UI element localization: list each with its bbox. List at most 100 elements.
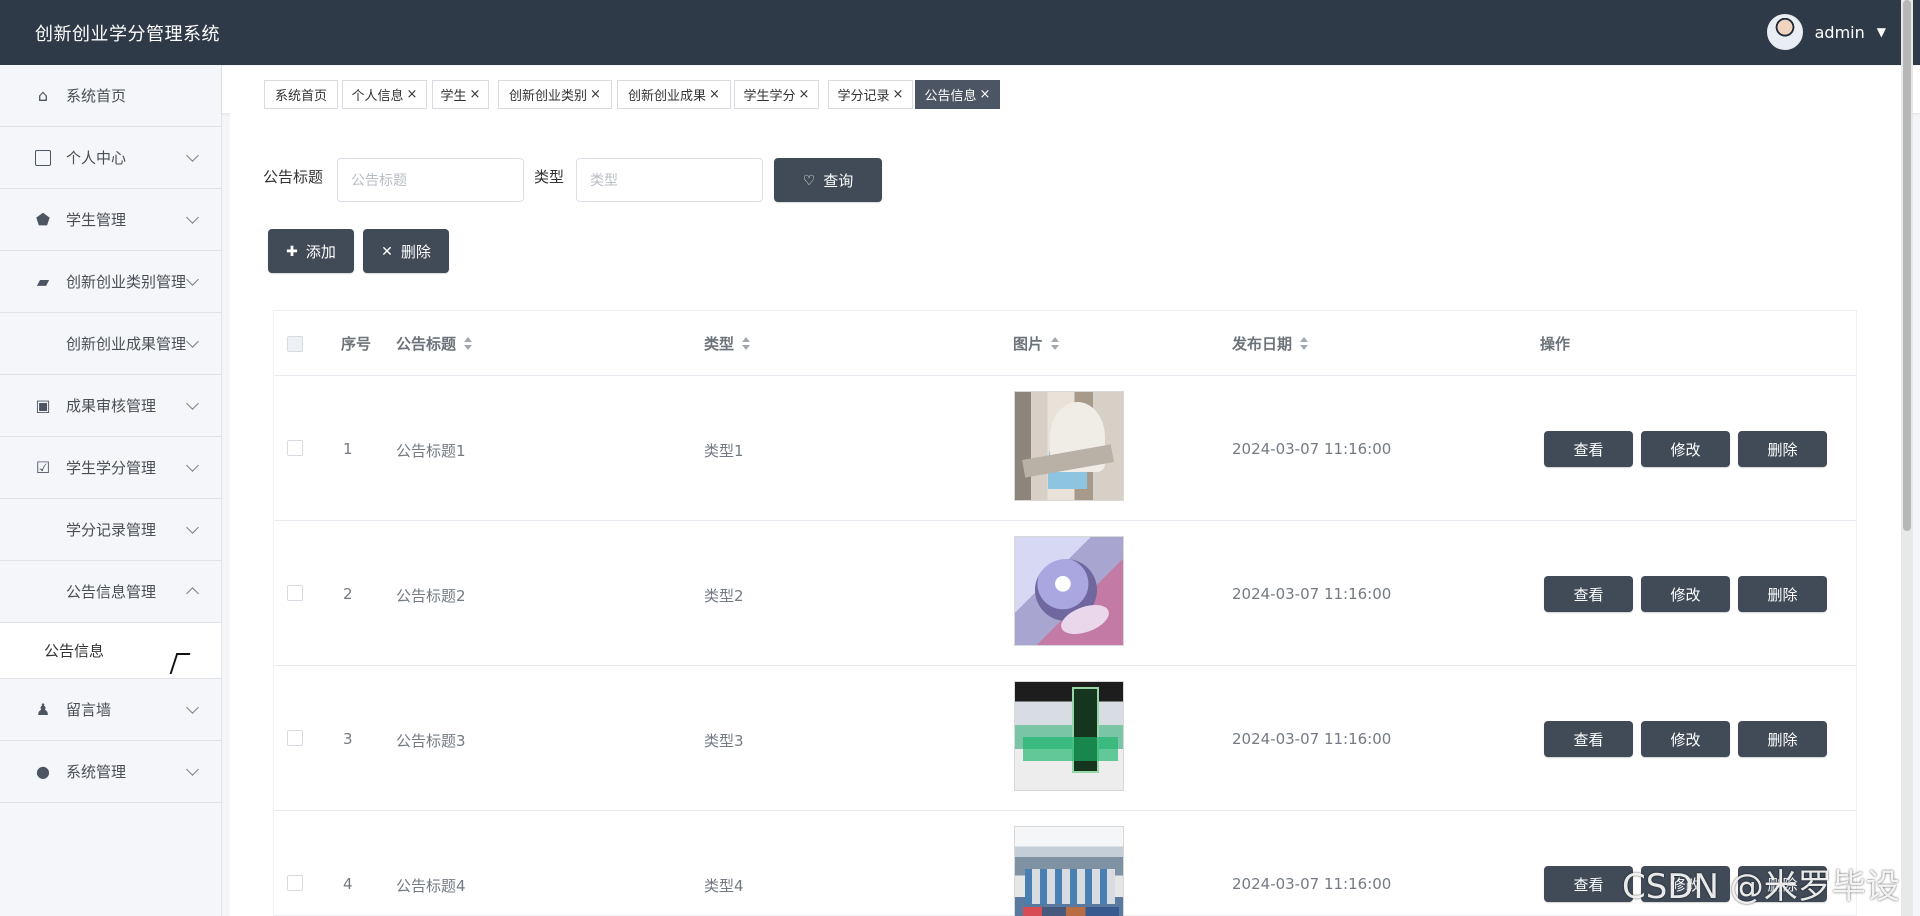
sidebar-item-system-management[interactable]: ● 系统管理 (0, 741, 221, 803)
title-search-input[interactable]: 公告标题 (337, 158, 524, 202)
sort-icon[interactable] (1051, 336, 1060, 351)
notice-image[interactable] (1014, 391, 1124, 501)
row-title: 公告标题4 (396, 877, 466, 895)
tab-category[interactable]: 创新创业类别 × (498, 80, 612, 109)
sidebar-item-notice-management[interactable]: 公告信息管理 (0, 561, 221, 623)
tab-label: 创新创业类别 (509, 89, 588, 104)
home-icon: ⌂ (37, 85, 49, 105)
close-icon[interactable]: × (590, 87, 601, 102)
title-search-label: 公告标题 (263, 168, 324, 186)
type-search-input[interactable]: 类型 (576, 158, 763, 202)
column-header-image[interactable]: 图片 (1013, 333, 1060, 354)
table-row: 1 公告标题1 类型1 2024-03-07 11:16:00 查看 修改 删除 (274, 376, 1856, 521)
tab-student-credit[interactable]: 学生学分 × (734, 80, 819, 109)
sidebar-item-credit-record-management[interactable]: 学分记录管理 (0, 499, 221, 561)
query-button-label: 查询 (823, 172, 854, 190)
sidebar-item-personal-center[interactable]: 个人中心 (0, 127, 221, 189)
tab-personal-info[interactable]: 个人信息 × (342, 80, 427, 109)
scrollbar-thumb[interactable] (1903, 0, 1911, 531)
add-button[interactable]: ✚ 添加 (268, 229, 354, 273)
delete-selected-button[interactable]: ✕ 删除 (363, 229, 449, 273)
sidebar-item-message-wall[interactable]: ♟ 留言墙 (0, 679, 221, 741)
table-row: 3 公告标题3 类型3 2024-03-07 11:16:00 查看 修改 删除 (274, 666, 1856, 811)
row-index: 1 (343, 440, 353, 458)
tab-label: 个人信息 (351, 89, 404, 104)
table-header: 序号 公告标题 类型 图片 发布日期 操作 (274, 311, 1856, 376)
sidebar-item-student-management[interactable]: ⬟ 学生管理 (0, 189, 221, 251)
row-type: 类型3 (704, 732, 744, 750)
caret-down-icon[interactable]: ▼ (1877, 25, 1886, 39)
add-button-label: 添加 (305, 243, 336, 261)
stamp-icon: ♟ (35, 699, 51, 719)
column-label: 发布日期 (1232, 335, 1293, 353)
sidebar-item-category-management[interactable]: ▰ 创新创业类别管理 (0, 251, 221, 313)
column-label: 图片 (1013, 335, 1044, 353)
row-checkbox[interactable] (287, 440, 303, 456)
column-header-date[interactable]: 发布日期 (1232, 333, 1309, 354)
row-type: 类型4 (704, 877, 744, 895)
column-label: 类型 (704, 335, 735, 353)
close-icon[interactable]: × (407, 87, 418, 102)
column-header-title[interactable]: 公告标题 (396, 333, 473, 354)
edit-button[interactable]: 修改 (1641, 576, 1730, 612)
page-scrollbar[interactable] (1901, 0, 1913, 916)
avatar[interactable] (1766, 14, 1803, 50)
edit-button[interactable]: 修改 (1641, 431, 1730, 467)
sidebar-item-credit-management[interactable]: ☑ 学生学分管理 (0, 437, 221, 499)
sidebar-item-review-management[interactable]: ▣ 成果审核管理 (0, 375, 221, 437)
row-date: 2024-03-07 11:16:00 (1232, 875, 1392, 893)
sidebar-item-label: 学生管理 (66, 211, 127, 229)
row-type: 类型2 (704, 587, 744, 605)
edit-button[interactable]: 修改 (1641, 721, 1730, 757)
notice-image[interactable] (1014, 826, 1124, 916)
delete-button-label: 删除 (400, 243, 431, 261)
column-header-index: 序号 (341, 335, 372, 353)
user-icon: ● (36, 761, 50, 781)
sidebar-item-achievement-management[interactable]: 创新创业成果管理 (0, 313, 221, 375)
notice-image[interactable] (1014, 536, 1124, 646)
tab-student[interactable]: 学生 × (432, 80, 489, 109)
view-button[interactable]: 查看 (1544, 431, 1633, 467)
chevron-down-icon (186, 459, 199, 472)
tab-bar: 系统首页 个人信息 × 学生 × 创新创业类别 × 创新创业成果 × 学生学分 × 学分记… (222, 66, 1920, 114)
view-button[interactable]: 查看 (1544, 721, 1633, 757)
view-button[interactable]: 查看 (1544, 866, 1633, 902)
delete-row-button[interactable]: 删除 (1738, 431, 1827, 467)
column-header-type[interactable]: 类型 (704, 333, 751, 354)
column-header-actions: 操作 (1540, 335, 1571, 353)
tab-label: 系统首页 (274, 89, 327, 104)
delete-row-button[interactable]: 删除 (1738, 721, 1827, 757)
row-checkbox[interactable] (287, 585, 303, 601)
select-all-checkbox[interactable] (287, 336, 303, 352)
briefcase-icon: ▰ (36, 271, 50, 291)
view-button[interactable]: 查看 (1544, 576, 1633, 612)
sidebar-item-label: 学分记录管理 (66, 521, 157, 539)
user-menu[interactable]: admin ▼ (1766, 14, 1886, 50)
tab-home[interactable]: 系统首页 (264, 80, 338, 109)
close-icon[interactable]: × (470, 87, 481, 102)
grid-icon (34, 583, 52, 601)
row-checkbox[interactable] (287, 730, 303, 746)
row-type: 类型1 (704, 442, 744, 460)
notice-image[interactable] (1014, 681, 1124, 791)
tab-notice-info[interactable]: 公告信息 × (915, 80, 1000, 109)
close-icon[interactable]: × (799, 87, 810, 102)
chevron-down-icon (186, 763, 199, 776)
close-icon[interactable]: × (709, 87, 720, 102)
tab-credit-record[interactable]: 学分记录 × (828, 80, 913, 109)
sidebar-item-label: 系统首页 (66, 87, 127, 105)
delete-row-button[interactable]: 删除 (1738, 576, 1827, 612)
username[interactable]: admin (1815, 23, 1865, 42)
sidebar-item-label: 成果审核管理 (66, 397, 157, 415)
tab-achievement[interactable]: 创新创业成果 × (617, 80, 731, 109)
close-icon[interactable]: × (980, 87, 991, 102)
query-button[interactable]: ♡ 查询 (774, 158, 882, 202)
type-search-label: 类型 (534, 168, 565, 186)
sort-icon[interactable] (1300, 336, 1309, 351)
close-icon[interactable]: × (893, 87, 904, 102)
sidebar-subitem-notice-info[interactable]: 公告信息 (0, 623, 221, 679)
sort-icon[interactable] (742, 336, 751, 351)
sidebar-item-home[interactable]: ⌂ 系统首页 (0, 65, 221, 127)
row-checkbox[interactable] (287, 875, 303, 891)
sort-icon[interactable] (464, 336, 473, 351)
